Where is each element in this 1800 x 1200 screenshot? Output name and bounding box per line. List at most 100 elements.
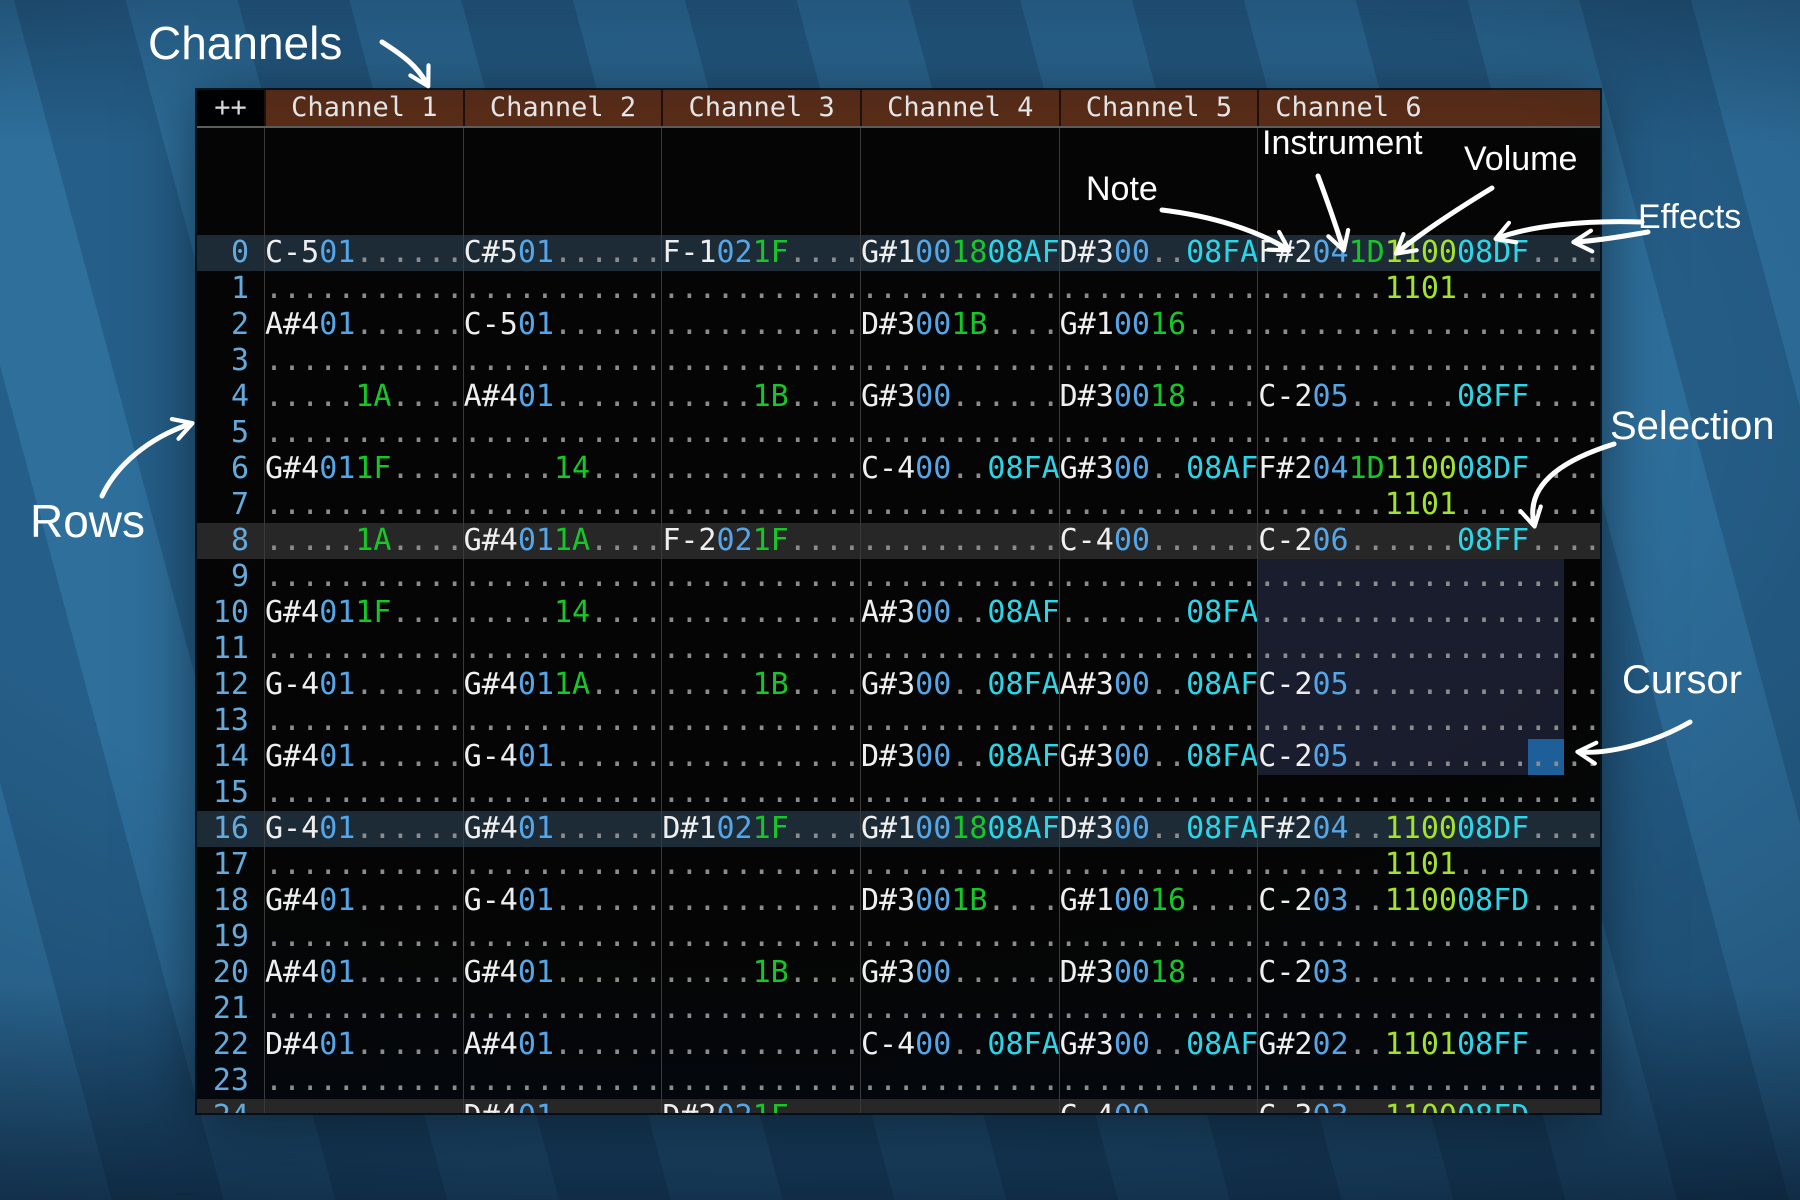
pattern-cell[interactable]: C-206......08FF.... <box>1257 523 1600 559</box>
pattern-cell[interactable]: A#401...... <box>463 1027 662 1063</box>
pattern-cell[interactable]: C-203..110008FD.... <box>1257 883 1600 919</box>
row-number[interactable]: 23 <box>197 1063 264 1099</box>
pattern-cell[interactable]: ........... <box>264 1063 463 1099</box>
pattern-cell[interactable]: .....14.... <box>463 595 662 631</box>
pattern-cell[interactable]: ........... <box>661 415 860 451</box>
pattern-cell[interactable]: ........... <box>264 343 463 379</box>
pattern-cell[interactable]: D#3001B.... <box>860 307 1059 343</box>
pattern-cell[interactable]: ........... <box>860 919 1059 955</box>
pattern-cell[interactable]: ........... <box>463 1063 662 1099</box>
row-number[interactable]: 5 <box>197 415 264 451</box>
row-number[interactable]: 15 <box>197 775 264 811</box>
pattern-row[interactable]: 18G#401......G-401.................D#300… <box>197 883 1600 919</box>
pattern-cell[interactable]: C-203.............. <box>1257 955 1600 991</box>
pattern-cell[interactable]: D#300..08FA <box>1059 235 1258 271</box>
pattern-cell[interactable]: ........... <box>661 595 860 631</box>
row-number[interactable]: 24 <box>197 1099 264 1113</box>
pattern-row[interactable]: 21......................................… <box>197 991 1600 1027</box>
pattern-cell[interactable]: G#4011F.... <box>264 595 463 631</box>
row-number[interactable]: 0 <box>197 235 264 271</box>
pattern-cell[interactable]: A#401...... <box>264 307 463 343</box>
row-number[interactable]: 19 <box>197 919 264 955</box>
pattern-cell[interactable]: ........... <box>463 991 662 1027</box>
pattern-cell[interactable]: .....1A.... <box>264 379 463 415</box>
pattern-cell[interactable]: ........... <box>661 991 860 1027</box>
pattern-row[interactable]: 14G#401......G-401.................D#300… <box>197 739 1600 775</box>
pattern-cell[interactable]: ........... <box>264 271 463 307</box>
pattern-cell[interactable]: ........... <box>463 559 662 595</box>
pattern-cell[interactable]: ........... <box>860 1063 1059 1099</box>
pattern-cell[interactable]: ................... <box>1257 559 1600 595</box>
pattern-cell[interactable]: ................... <box>1257 631 1600 667</box>
pattern-cell[interactable]: A#401...... <box>463 379 662 415</box>
pattern-cell[interactable]: ........... <box>264 415 463 451</box>
pattern-cell[interactable]: C-205.............. <box>1257 667 1600 703</box>
pattern-row[interactable]: 6G#4011F.........14...............C-400.… <box>197 451 1600 487</box>
row-number[interactable]: 12 <box>197 667 264 703</box>
pattern-cell[interactable]: A#401...... <box>264 955 463 991</box>
row-number[interactable]: 8 <box>197 523 264 559</box>
pattern-cell[interactable]: F#2041D110008DF.... <box>1257 235 1600 271</box>
pattern-cell[interactable]: .......1101........ <box>1257 271 1600 307</box>
pattern-cell[interactable]: ........... <box>264 487 463 523</box>
row-number[interactable]: 4 <box>197 379 264 415</box>
pattern-cell[interactable]: D#401...... <box>264 1027 463 1063</box>
pattern-cell[interactable]: C-400...... <box>1059 1099 1258 1113</box>
pattern-cell[interactable]: F#204..110008DF.... <box>1257 811 1600 847</box>
tracker-window[interactable]: ++ Channel 1Channel 2Channel 3Channel 4C… <box>197 90 1600 1113</box>
row-number[interactable]: 18 <box>197 883 264 919</box>
row-number[interactable]: 2 <box>197 307 264 343</box>
pattern-cell[interactable]: ................... <box>1257 991 1600 1027</box>
pattern-cell[interactable]: ........... <box>860 775 1059 811</box>
pattern-cell[interactable]: ................... <box>1257 595 1600 631</box>
pattern-cell[interactable]: ........... <box>661 307 860 343</box>
pattern-cell[interactable]: G-401...... <box>463 739 662 775</box>
row-number[interactable]: 10 <box>197 595 264 631</box>
pattern-cell[interactable]: ........... <box>1059 847 1258 883</box>
channel-header[interactable]: Channel 2 <box>463 90 662 126</box>
pattern-cell[interactable]: G#401...... <box>463 955 662 991</box>
pattern-cell[interactable]: ........... <box>463 703 662 739</box>
pattern-cell[interactable]: ........... <box>661 343 860 379</box>
pattern-cell[interactable]: F-1021F.... <box>661 235 860 271</box>
pattern-cell[interactable]: .....1A.... <box>264 523 463 559</box>
pattern-row[interactable]: 5.......................................… <box>197 415 1600 451</box>
pattern-row[interactable]: 16G-401......G#401......D#1021F....G#100… <box>197 811 1600 847</box>
pattern-cell[interactable]: ........... <box>860 343 1059 379</box>
pattern-row[interactable]: 4.....1A....A#401...........1B....G#300.… <box>197 379 1600 415</box>
pattern-cell[interactable]: ........... <box>264 559 463 595</box>
pattern-cell[interactable]: F-2021F.... <box>661 523 860 559</box>
pattern-cell[interactable]: G-401...... <box>264 811 463 847</box>
pattern-cell[interactable]: A#300..08AF <box>860 595 1059 631</box>
row-number[interactable]: 3 <box>197 343 264 379</box>
pattern-cell[interactable]: G#300..08FA <box>860 667 1059 703</box>
pattern-cell[interactable]: ................... <box>1257 343 1600 379</box>
pattern-cell[interactable]: ........... <box>264 631 463 667</box>
pattern-cell[interactable]: ................... <box>1257 775 1600 811</box>
pattern-cell[interactable]: ................... <box>1257 1063 1600 1099</box>
pattern-cell[interactable]: ................... <box>1257 703 1600 739</box>
pattern-cell[interactable]: G#401...... <box>463 811 662 847</box>
pattern-cell[interactable]: C-205.............. <box>1257 739 1600 775</box>
pattern-cell[interactable]: ........... <box>661 703 860 739</box>
channel-header[interactable]: Channel 6 <box>1257 90 1600 126</box>
pattern-cell[interactable]: ........... <box>463 271 662 307</box>
pattern-cell[interactable]: G#10016.... <box>1059 307 1258 343</box>
pattern-cell[interactable]: G#1001808AF <box>860 235 1059 271</box>
pattern-cell[interactable]: ........... <box>860 991 1059 1027</box>
pattern-cell[interactable]: ........... <box>1059 343 1258 379</box>
pattern-cell[interactable]: G#401...... <box>264 739 463 775</box>
row-number[interactable]: 7 <box>197 487 264 523</box>
pattern-cell[interactable]: ........... <box>1059 1063 1258 1099</box>
pattern-row[interactable]: 22D#401......A#401.................C-400… <box>197 1027 1600 1063</box>
channel-header[interactable]: Channel 4 <box>860 90 1059 126</box>
pattern-cell[interactable]: G#300...... <box>860 379 1059 415</box>
row-number[interactable]: 9 <box>197 559 264 595</box>
pattern-cell[interactable]: .....14.... <box>463 451 662 487</box>
pattern-cell[interactable]: C-303..110008FD.... <box>1257 1099 1600 1113</box>
pattern-row[interactable]: 19......................................… <box>197 919 1600 955</box>
pattern-cell[interactable]: .......08FA <box>1059 595 1258 631</box>
pattern-row[interactable]: 10G#4011F.........14...............A#300… <box>197 595 1600 631</box>
pattern-cell[interactable]: ........... <box>1059 919 1258 955</box>
pattern-cell[interactable]: G#4011A.... <box>463 523 662 559</box>
